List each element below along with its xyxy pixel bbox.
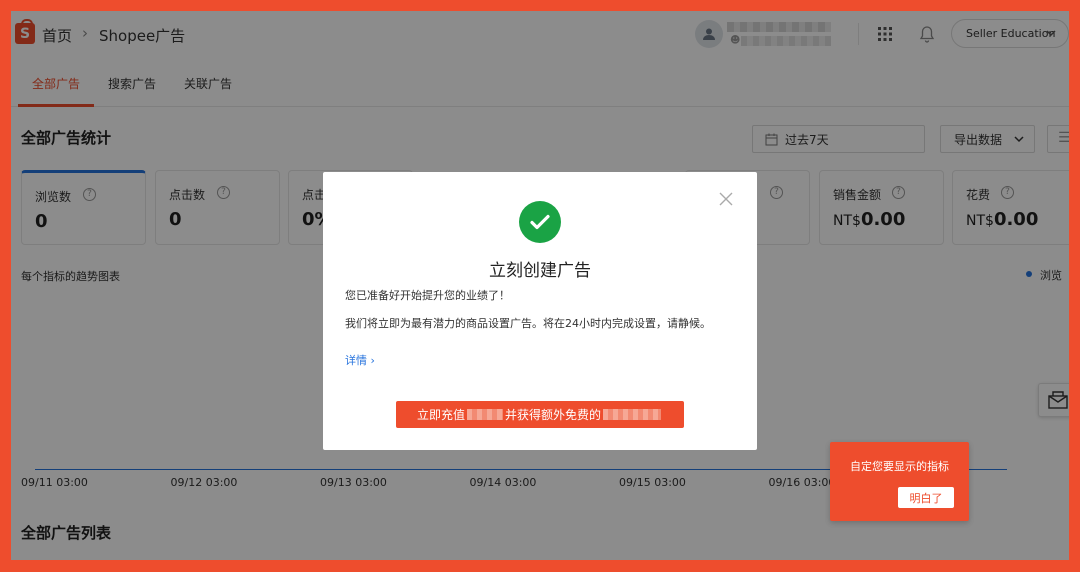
success-check-icon	[519, 201, 561, 243]
modal-title: 立刻创建广告	[489, 261, 591, 281]
got-it-button[interactable]: 明白了	[898, 487, 954, 508]
blurred-amount	[467, 409, 503, 420]
topup-button[interactable]: 立即充值 并获得额外免费的	[396, 401, 684, 428]
blurred-amount	[603, 409, 662, 420]
close-icon[interactable]	[719, 192, 733, 206]
create-ads-modal: 立刻创建广告 您已准备好开始提升您的业绩了！ 我们将立即为最有潜力的商品设置广告…	[323, 172, 757, 450]
app-frame: S 首页 › Shopee广告 ☻ Seller Education 全部广告 …	[11, 11, 1069, 560]
details-link[interactable]: 详情 ›	[345, 352, 375, 368]
modal-message: 您已准备好开始提升您的业绩了！	[345, 289, 510, 302]
tooltip-text: 自定您要显示的指标	[850, 460, 949, 473]
topup-label-part1: 立即充值	[416, 408, 465, 422]
topup-label-part2: 并获得额外免费的	[505, 408, 602, 422]
metrics-tooltip: 自定您要显示的指标 明白了	[830, 442, 969, 521]
modal-description: 我们将立即为最有潜力的商品设置广告。将在24小时内完成设置，请静候。	[345, 317, 711, 330]
